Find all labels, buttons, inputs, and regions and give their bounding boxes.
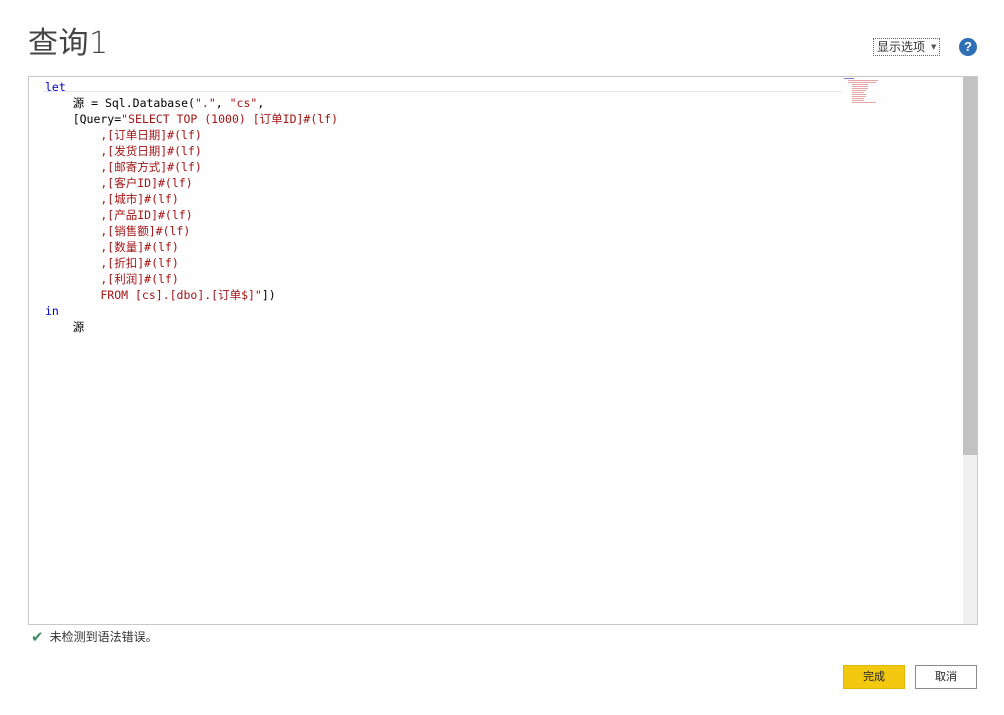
code-line[interactable]: 源 <box>45 319 338 335</box>
code-line[interactable]: ,[利润]#(lf) <box>45 271 338 287</box>
code-string: ,[发货日期]#(lf) <box>45 144 202 158</box>
code-string: "SELECT TOP (1000) [订单ID]#(lf) <box>121 112 339 126</box>
code-line[interactable]: ,[产品ID]#(lf) <box>45 207 338 223</box>
code-token: [Query= <box>45 112 122 126</box>
code-line[interactable]: FROM [cs].[dbo].[订单$]"]) <box>45 287 338 303</box>
code-string: ,[销售额]#(lf) <box>45 224 191 238</box>
done-button[interactable]: 完成 <box>843 665 905 689</box>
code-keyword: in <box>45 304 59 318</box>
help-icon[interactable]: ? <box>959 38 977 56</box>
code-minimap <box>844 77 894 107</box>
code-text[interactable]: let 源 = Sql.Database(".", "cs", [Query="… <box>45 79 338 335</box>
code-token: , <box>215 96 230 110</box>
query-editor[interactable]: let 源 = Sql.Database(".", "cs", [Query="… <box>28 76 978 625</box>
code-string: "." <box>194 96 216 110</box>
code-line[interactable]: ,[折扣]#(lf) <box>45 255 338 271</box>
scrollbar-thumb[interactable] <box>963 77 977 455</box>
code-string: ,[订单日期]#(lf) <box>45 128 202 142</box>
cancel-button[interactable]: 取消 <box>915 665 977 689</box>
code-string: ,[产品ID]#(lf) <box>45 208 193 222</box>
code-string: ,[客户ID]#(lf) <box>45 176 193 190</box>
code-string: ,[利润]#(lf) <box>45 272 179 286</box>
code-string: ,[邮寄方式]#(lf) <box>45 160 202 174</box>
code-keyword: let <box>45 80 66 94</box>
code-line[interactable]: [Query="SELECT TOP (1000) [订单ID]#(lf) <box>45 111 338 127</box>
code-line[interactable]: 源 = Sql.Database(".", "cs", <box>45 95 338 111</box>
code-line[interactable]: ,[邮寄方式]#(lf) <box>45 159 338 175</box>
code-line[interactable]: let <box>45 79 338 95</box>
code-line[interactable]: ,[销售额]#(lf) <box>45 223 338 239</box>
code-line[interactable]: ,[发货日期]#(lf) <box>45 143 338 159</box>
syntax-status-message: 未检测到语法错误。 <box>49 630 158 644</box>
code-line[interactable]: ,[数量]#(lf) <box>45 239 338 255</box>
code-string: ,[折扣]#(lf) <box>45 256 179 270</box>
code-token: 源 <box>45 320 85 334</box>
code-line[interactable]: ,[城市]#(lf) <box>45 191 338 207</box>
check-icon: ✔ <box>31 627 44 646</box>
code-string: "cs" <box>229 96 258 110</box>
code-line[interactable]: in <box>45 303 338 319</box>
display-options-dropdown[interactable]: 显示选项 ▼ <box>873 38 941 56</box>
code-line[interactable]: ,[客户ID]#(lf) <box>45 175 338 191</box>
code-line[interactable]: ,[订单日期]#(lf) <box>45 127 338 143</box>
code-string: ,[数量]#(lf) <box>45 240 179 254</box>
display-options-label: 显示选项 <box>877 39 926 54</box>
chevron-down-icon: ▼ <box>931 42 937 51</box>
code-token: ]) <box>261 288 276 302</box>
code-token: , <box>257 96 265 110</box>
syntax-status: ✔ 未检测到语法错误。 <box>31 628 158 645</box>
vertical-scrollbar[interactable] <box>963 77 977 624</box>
code-string: ,[城市]#(lf) <box>45 192 179 206</box>
code-token: 源 = Sql.Database( <box>45 96 195 110</box>
code-string: FROM [cs].[dbo].[订单$]" <box>45 288 262 302</box>
page-title: 查询1 <box>28 26 109 61</box>
